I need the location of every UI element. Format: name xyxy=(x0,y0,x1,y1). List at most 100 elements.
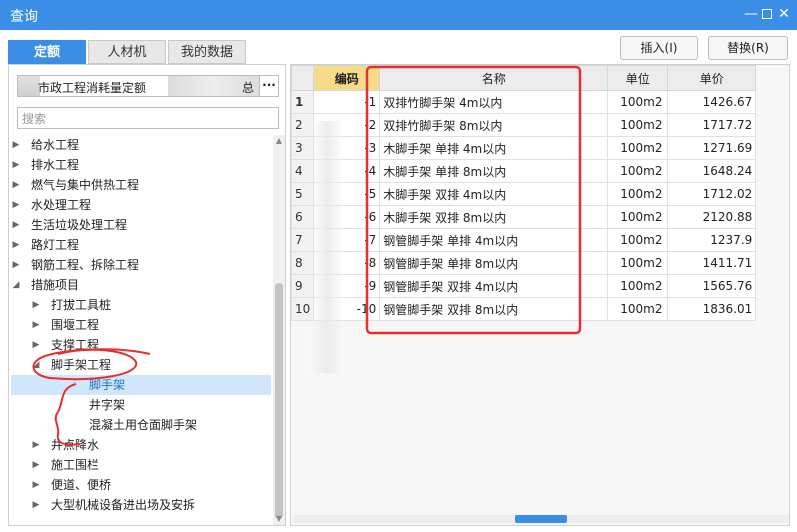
price-header[interactable]: 单价 xyxy=(667,65,757,91)
tree-node[interactable]: ▶ 水处理工程 xyxy=(11,195,271,215)
table-row[interactable]: 1 -1 双排竹脚手架 4m以内 100m2 1426.67 xyxy=(290,90,757,114)
tree-node[interactable]: ▶ 大型机械设备进出场及安拆 xyxy=(11,495,271,515)
library-name: 市政工程消耗量定额 xyxy=(38,81,147,95)
cell-price: 1712.02 xyxy=(667,182,757,206)
expanded-arrow-icon[interactable]: ◢ xyxy=(31,355,41,375)
cell-price: 1426.67 xyxy=(667,90,757,114)
tree-node-label: 井点降水 xyxy=(51,438,100,452)
cell-unit: 100m2 xyxy=(607,136,669,160)
maximize-icon[interactable] xyxy=(758,5,776,23)
tree-node[interactable]: ▶ 生活垃圾处理工程 xyxy=(11,215,271,235)
collapsed-arrow-icon[interactable]: ▶ xyxy=(31,315,41,335)
scroll-thumb[interactable] xyxy=(275,283,283,519)
close-icon[interactable]: ✕ xyxy=(775,5,793,23)
tree-node[interactable]: ◢ 脚手架工程 xyxy=(11,355,271,375)
cell-name: 木脚手架 单排 8m以内 xyxy=(379,159,609,183)
tree-scrollbar[interactable]: ▲ ▼ xyxy=(273,135,285,525)
cell-name: 钢管脚手架 单排 4m以内 xyxy=(379,228,609,252)
table-row[interactable]: 5 -5 木脚手架 双排 4m以内 100m2 1712.02 xyxy=(290,182,757,206)
redacted-region xyxy=(18,76,40,96)
tree-node-label: 施工围栏 xyxy=(51,458,100,472)
tree-node[interactable]: ▶ 给水工程 xyxy=(11,135,271,155)
table-row[interactable]: 9 -9 钢管脚手架 双排 4m以内 100m2 1565.76 xyxy=(290,274,757,298)
insert-button[interactable]: 插入(I) xyxy=(620,36,698,60)
code-header[interactable]: 编码 xyxy=(313,65,381,91)
expanded-arrow-icon[interactable]: ◢ xyxy=(11,275,21,295)
cell-price: 1237.9 xyxy=(667,228,757,252)
tree-node-label: 支撑工程 xyxy=(51,338,100,352)
tree-node[interactable]: 脚手架 xyxy=(11,375,271,395)
cell-price: 1411.71 xyxy=(667,251,757,275)
collapsed-arrow-icon[interactable]: ▶ xyxy=(11,175,21,195)
table-row[interactable]: 7 -7 钢管脚手架 单排 4m以内 100m2 1237.9 xyxy=(290,228,757,252)
tree-node-label: 混凝土用仓面脚手架 xyxy=(89,418,198,432)
tree-node[interactable]: ▶ 排水工程 xyxy=(11,155,271,175)
tree-node[interactable]: ▶ 便道、便桥 xyxy=(11,475,271,495)
cell-unit: 100m2 xyxy=(607,182,669,206)
tab-quota[interactable]: 定额 xyxy=(8,40,86,64)
table-row[interactable]: 6 -6 木脚手架 双排 8m以内 100m2 2120.88 xyxy=(290,205,757,229)
table-row[interactable]: 4 -4 木脚手架 单排 8m以内 100m2 1648.24 xyxy=(290,159,757,183)
tree-node[interactable]: ▶ 燃气与集中供热工程 xyxy=(11,175,271,195)
tree-node[interactable]: ▶ 支撑工程 xyxy=(11,335,271,355)
unit-header[interactable]: 单位 xyxy=(607,65,669,91)
collapsed-arrow-icon[interactable]: ▶ xyxy=(31,455,41,475)
cell-name: 木脚手架 单排 4m以内 xyxy=(379,136,609,160)
collapsed-arrow-icon[interactable]: ▶ xyxy=(11,155,21,175)
tree-node[interactable]: ◢ 措施项目 xyxy=(11,275,271,295)
tree-node-label: 燃气与集中供热工程 xyxy=(31,178,140,192)
collapsed-arrow-icon[interactable]: ▶ xyxy=(31,335,41,355)
tree-node-label: 水处理工程 xyxy=(31,198,92,212)
tree-node-label: 排水工程 xyxy=(31,158,80,172)
name-header[interactable]: 名称 xyxy=(379,65,609,91)
cell-name: 钢管脚手架 双排 8m以内 xyxy=(379,297,609,321)
tree-node[interactable]: ▶ 井点降水 xyxy=(11,435,271,455)
collapsed-arrow-icon[interactable]: ▶ xyxy=(31,475,41,495)
table-row[interactable]: 2 -2 双排竹脚手架 8m以内 100m2 1717.72 xyxy=(290,113,757,137)
collapsed-arrow-icon[interactable]: ▶ xyxy=(11,235,21,255)
tree-node[interactable]: ▶ 围堰工程 xyxy=(11,315,271,335)
collapsed-arrow-icon[interactable]: ▶ xyxy=(11,215,21,235)
tab-labor-material-machine[interactable]: 人材机 xyxy=(88,40,166,64)
cell-price: 1271.69 xyxy=(667,136,757,160)
table-horizontal-scrollbar[interactable] xyxy=(293,515,789,523)
tree-node[interactable]: ▶ 施工围栏 xyxy=(11,455,271,475)
tree-node-label: 路灯工程 xyxy=(31,238,80,252)
table-row[interactable]: 3 -3 木脚手架 单排 4m以内 100m2 1271.69 xyxy=(290,136,757,160)
splitter-grip[interactable] xyxy=(515,515,567,523)
tab-my-data[interactable]: 我的数据 xyxy=(168,40,246,64)
scroll-down-icon[interactable]: ▼ xyxy=(273,513,285,525)
collapsed-arrow-icon[interactable]: ▶ xyxy=(31,295,41,315)
quota-list-panel: 编码 名称 单位 单价 1 -1 双排竹脚手架 4m以内 100m2 1426.67 2-… xyxy=(290,64,790,526)
quota-tree: ▶ 给水工程 ▶ 排水工程 ▶ 燃气与集中供热工程 ▶ 水处理工程 ▶ 生活垃圾处理工程 ▶ 路灯工程… xyxy=(11,135,271,525)
tree-node-label: 给水工程 xyxy=(31,138,80,152)
tree-node-label: 钢筋工程、拆除工程 xyxy=(31,258,140,272)
cell-price: 1648.24 xyxy=(667,159,757,183)
cell-unit: 100m2 xyxy=(607,90,669,114)
replace-button[interactable]: 替换(R) xyxy=(708,36,788,60)
collapsed-arrow-icon[interactable]: ▶ xyxy=(31,435,41,455)
cell-unit: 100m2 xyxy=(607,159,669,183)
tree-node[interactable]: ▶ 钢筋工程、拆除工程 xyxy=(11,255,271,275)
tree-node[interactable]: ▶ 打拔工具桩 xyxy=(11,295,271,315)
table-row[interactable]: 10 -10 钢管脚手架 双排 8m以内 100m2 1836.01 xyxy=(290,297,757,321)
collapsed-arrow-icon[interactable]: ▶ xyxy=(11,255,21,275)
table-row[interactable]: 8 -8 钢管脚手架 单排 8m以内 100m2 1411.71 xyxy=(290,251,757,275)
cell-name: 双排竹脚手架 4m以内 xyxy=(379,90,609,114)
cell-code: -1 xyxy=(313,90,381,114)
tree-node[interactable]: 混凝土用仓面脚手架 xyxy=(11,415,271,435)
library-select[interactable]: 市政工程消耗量定额 总表 xyxy=(17,75,265,97)
library-more-button[interactable]: ··· xyxy=(259,75,279,97)
collapsed-arrow-icon[interactable]: ▶ xyxy=(31,495,41,515)
collapsed-arrow-icon[interactable]: ▶ xyxy=(11,195,21,215)
title-bar: 查询 — ✕ xyxy=(0,0,797,30)
window-title: 查询 xyxy=(10,9,38,25)
collapsed-arrow-icon[interactable]: ▶ xyxy=(11,135,21,155)
scroll-up-icon[interactable]: ▲ xyxy=(273,135,285,147)
search-input[interactable]: 搜索 xyxy=(17,107,279,129)
tree-node[interactable]: 井字架 xyxy=(11,395,271,415)
tree-node[interactable]: ▶ 路灯工程 xyxy=(11,235,271,255)
row-number-header xyxy=(290,65,315,91)
cell-unit: 100m2 xyxy=(607,113,669,137)
tree-node-label: 打拔工具桩 xyxy=(51,298,112,312)
